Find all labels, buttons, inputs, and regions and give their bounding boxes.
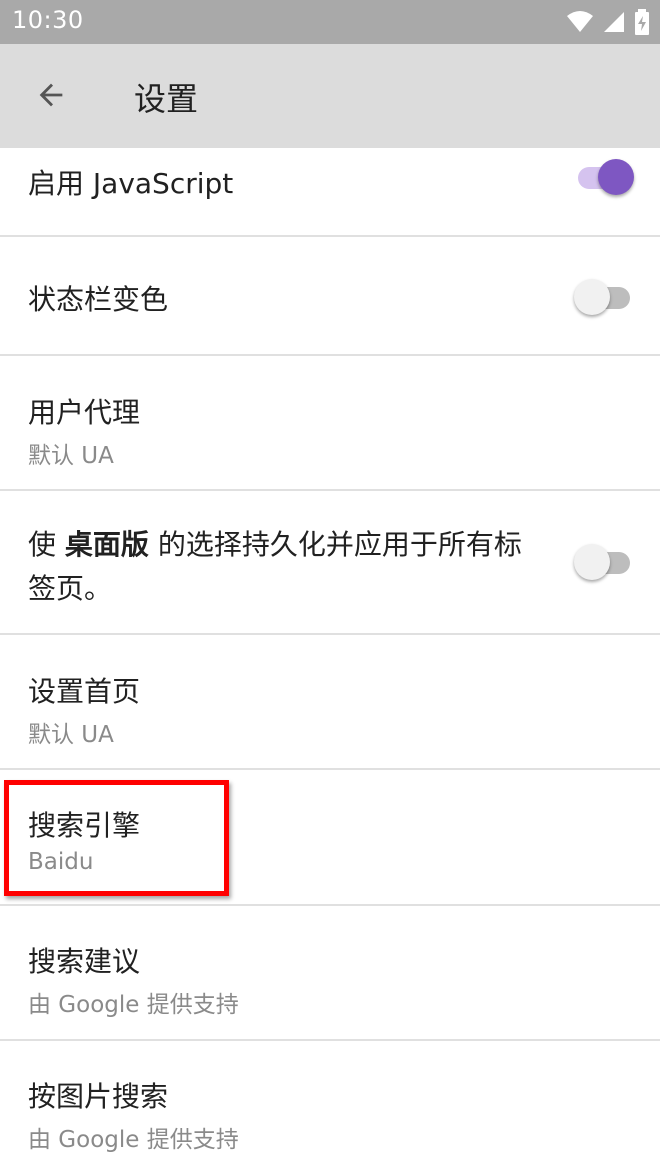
status-time: 10:30 <box>12 6 84 34</box>
status-bar: 10:30 <box>0 0 660 44</box>
setting-summary: Baidu <box>28 849 94 875</box>
desktop-persist-toggle[interactable] <box>574 542 632 582</box>
setting-summary: 由 Google 提供支持 <box>28 992 239 1018</box>
app-bar: 设置 <box>0 44 660 148</box>
setting-title: 按图片搜索 <box>28 1080 169 1113</box>
setting-title: 搜索建议 <box>28 945 141 978</box>
setting-user-agent[interactable]: 用户代理 默认 UA <box>0 356 660 491</box>
back-button[interactable] <box>22 66 80 124</box>
setting-search-engine[interactable]: 搜索引擎 Baidu <box>0 770 660 906</box>
status-icons <box>566 8 650 36</box>
setting-home-page[interactable]: 设置首页 默认 UA <box>0 635 660 770</box>
setting-status-bar-color[interactable]: 状态栏变色 <box>0 237 660 356</box>
page-title: 设置 <box>134 80 199 118</box>
setting-image-search[interactable]: 按图片搜索 由 Google 提供支持 <box>0 1041 660 1175</box>
setting-title: 使 桌面版 的选择持久化并应用于所有标签页。 <box>28 528 522 605</box>
settings-list[interactable]: 启用 JavaScript 状态栏变色 用户代理 默认 UA 使 桌面版 的选择… <box>0 148 660 1175</box>
wifi-icon <box>567 11 593 32</box>
setting-search-suggestions[interactable]: 搜索建议 由 Google 提供支持 <box>0 906 660 1041</box>
javascript-toggle[interactable] <box>574 157 634 197</box>
arrow-left-icon <box>39 83 63 107</box>
setting-title: 设置首页 <box>28 675 141 708</box>
setting-title: 状态栏变色 <box>28 283 169 316</box>
setting-desktop-persist[interactable]: 使 桌面版 的选择持久化并应用于所有标签页。 <box>0 491 660 635</box>
setting-javascript[interactable]: 启用 JavaScript <box>0 148 660 237</box>
setting-title: 搜索引擎 <box>28 809 141 842</box>
setting-summary: 默认 UA <box>28 722 114 748</box>
cell-signal-icon <box>604 12 624 32</box>
setting-summary: 默认 UA <box>28 443 114 469</box>
setting-title: 用户代理 <box>28 396 141 429</box>
setting-summary: 由 Google 提供支持 <box>28 1127 239 1153</box>
status-bar-color-toggle[interactable] <box>574 277 632 317</box>
setting-title: 启用 JavaScript <box>28 167 234 200</box>
battery-charging-icon <box>635 9 649 35</box>
